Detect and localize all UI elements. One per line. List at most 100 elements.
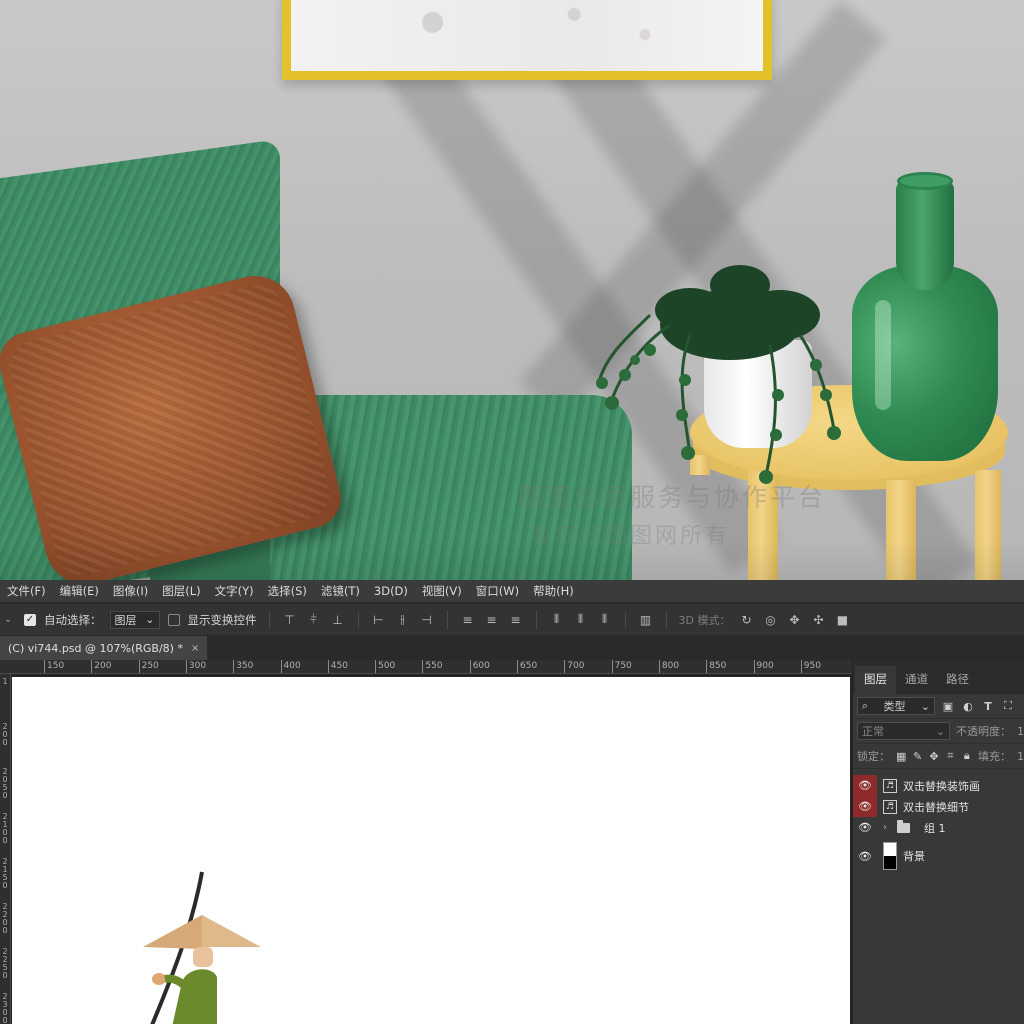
menu-type[interactable]: 文字(Y)	[208, 583, 261, 599]
document-tab-title: (C) vi744.psd @ 107%(RGB/8) *	[8, 641, 183, 655]
document-canvas[interactable]	[12, 677, 850, 1024]
chevron-down-icon: ⌄	[145, 613, 155, 626]
align-bottom-icon[interactable]: ⊥	[330, 612, 346, 628]
menu-help[interactable]: 帮助(H)	[526, 583, 581, 599]
wall-picture-frame	[282, 0, 772, 80]
layer-filter-row: ⌕ 类型 ⌄ ▣ ◐ T ⛶	[853, 694, 1024, 719]
layer-row[interactable]: 👁︎ ♬ 双击替换装饰画	[853, 775, 1024, 796]
3d-pan-icon[interactable]: ✥	[786, 612, 802, 628]
mockup-scene: 图图创意服务与协作平台 版权归图图网所有	[0, 0, 1024, 580]
eye-icon[interactable]: 👁︎	[853, 775, 877, 796]
ruler-tick-label: 150	[44, 660, 64, 673]
ivy-plant	[596, 265, 841, 484]
ruler-tick-label: 550	[422, 660, 443, 673]
menu-image[interactable]: 图像(I)	[106, 583, 155, 599]
menu-layer[interactable]: 图层(L)	[155, 583, 207, 599]
ruler-tick-label: 2150	[2, 857, 8, 890]
fisherman-illustration	[143, 871, 261, 1024]
lock-artboard-icon[interactable]: ⌗	[945, 749, 955, 763]
figure-head	[193, 947, 213, 967]
opacity-value[interactable]: 1	[1017, 725, 1024, 738]
layer-row[interactable]: 👁︎ 背景	[853, 838, 1024, 874]
watermark-text: 图图创意服务与协作平台	[518, 483, 827, 512]
ruler-tick-label: 250	[138, 660, 159, 673]
auto-select-checkbox[interactable]: ✓	[24, 613, 36, 626]
chevron-down-icon: ⌄	[920, 699, 930, 713]
close-icon[interactable]: ×	[191, 643, 199, 654]
3d-mode-label: 3D 模式：	[678, 613, 731, 627]
show-transform-checkbox[interactable]	[167, 613, 180, 626]
lock-pixels-icon[interactable]: ✎	[912, 749, 922, 763]
lock-position-icon[interactable]: ✥	[929, 749, 939, 763]
smart-object-thumbnail-icon: ♬	[883, 778, 897, 793]
blend-row: 正常 ⌄ 不透明度： 1	[853, 719, 1024, 744]
menu-3d[interactable]: 3D(D)	[367, 584, 415, 598]
ruler-tick-label: 500	[375, 660, 395, 673]
auto-select-target-dropdown[interactable]: 图层 ⌄	[109, 610, 160, 629]
layer-row[interactable]: 👁︎ ♬ 双击替换细节	[853, 796, 1024, 817]
eye-icon[interactable]: 👁︎	[853, 838, 877, 874]
panel-tabs: 图层 通道 路径	[853, 660, 1024, 694]
lock-label: 锁定：	[857, 750, 890, 763]
ruler-tick-label: 300	[185, 660, 206, 673]
align-top-icon[interactable]: ⊤	[282, 612, 298, 628]
3d-camera-icon[interactable]: ■	[834, 612, 850, 628]
filter-type-icon[interactable]: T	[981, 699, 995, 713]
divider	[535, 610, 537, 629]
floor-shadow	[0, 540, 1024, 580]
filter-adjustment-icon[interactable]: ◐	[961, 699, 975, 713]
layer-row[interactable]: 👁︎ › 组 1	[853, 817, 1024, 838]
tab-layers[interactable]: 图层	[855, 666, 896, 694]
layer-filter-dropdown[interactable]: ⌕ 类型 ⌄	[857, 697, 935, 715]
background-thumbnail	[883, 842, 897, 870]
show-transform-label: 显示变换控件	[187, 612, 257, 627]
canvas-area[interactable]	[11, 674, 852, 1024]
document-tab[interactable]: (C) vi744.psd @ 107%(RGB/8) * ×	[0, 636, 208, 660]
3d-orbit-icon[interactable]: ↻	[738, 612, 754, 628]
tab-channels[interactable]: 通道	[896, 666, 937, 694]
lock-transparent-icon[interactable]: ▦	[896, 749, 906, 763]
3d-roll-icon[interactable]: ◎	[762, 612, 778, 628]
filter-shape-icon[interactable]: ⛶	[1001, 699, 1015, 713]
menu-file[interactable]: 文件(F)	[0, 583, 53, 599]
3d-slide-icon[interactable]: ✣	[810, 612, 826, 628]
distribute-left-icon[interactable]: ⦀	[549, 612, 565, 628]
tab-paths[interactable]: 路径	[937, 666, 978, 694]
layer-name: 组 1	[924, 821, 946, 835]
distribute-hcenter-icon[interactable]: ⦀	[573, 612, 589, 628]
distribute-right-icon[interactable]: ⦀	[597, 612, 613, 628]
layer-list: 👁︎ ♬ 双击替换装饰画 👁︎ ♬ 双击替换细节 👁︎ › 组 1 👁︎ 背景	[853, 775, 1024, 874]
fill-value[interactable]: 1	[1017, 750, 1024, 763]
distribute-bottom-icon[interactable]: ≡	[508, 612, 524, 628]
ruler-tick-label: 1	[2, 677, 8, 686]
vertical-ruler: 1 200 2050 2100 2150 2200 2250 2300	[0, 674, 11, 1024]
green-vase-lip	[897, 172, 953, 190]
align-right-icon[interactable]: ⊣	[419, 612, 435, 628]
auto-align-icon[interactable]: ▥	[638, 612, 654, 628]
layers-panel: 图层 通道 路径 ⌕ 类型 ⌄ ▣ ◐ T ⛶ 正常 ⌄ 不透明度： 1 锁定：…	[852, 660, 1024, 1024]
menu-filter[interactable]: 滤镜(T)	[314, 583, 367, 599]
distribute-vcenter-icon[interactable]: ≡	[484, 612, 500, 628]
menu-select[interactable]: 选择(S)	[261, 583, 314, 599]
blend-mode-dropdown[interactable]: 正常 ⌄	[857, 722, 950, 740]
eye-icon[interactable]: 👁︎	[853, 817, 877, 838]
filter-pixel-icon[interactable]: ▣	[941, 699, 955, 713]
menu-edit[interactable]: 编辑(E)	[53, 583, 106, 599]
eye-icon[interactable]: 👁︎	[853, 796, 877, 817]
ruler-tick-label: 2100	[2, 812, 8, 845]
distribute-top-icon[interactable]: ≡	[460, 612, 476, 628]
ruler-tick-label: 600	[469, 660, 490, 673]
chevron-right-icon[interactable]: ›	[883, 822, 891, 833]
tool-preset-chevron-icon[interactable]: ⌄	[4, 614, 16, 625]
lock-all-icon[interactable]: 🔒︎	[962, 749, 972, 763]
align-vcenter-icon[interactable]: ⫩	[306, 612, 322, 628]
align-hcenter-icon[interactable]: ⫲	[395, 612, 411, 628]
chevron-down-icon: ⌄	[935, 724, 945, 738]
search-icon: ⌕	[862, 699, 869, 712]
align-left-icon[interactable]: ⊢	[371, 612, 387, 628]
layer-name: 背景	[903, 850, 925, 863]
menu-view[interactable]: 视图(V)	[415, 583, 469, 599]
ruler-tick-label: 350	[233, 660, 253, 673]
ruler-tick-label: 2050	[2, 767, 8, 800]
menu-window[interactable]: 窗口(W)	[469, 583, 526, 599]
